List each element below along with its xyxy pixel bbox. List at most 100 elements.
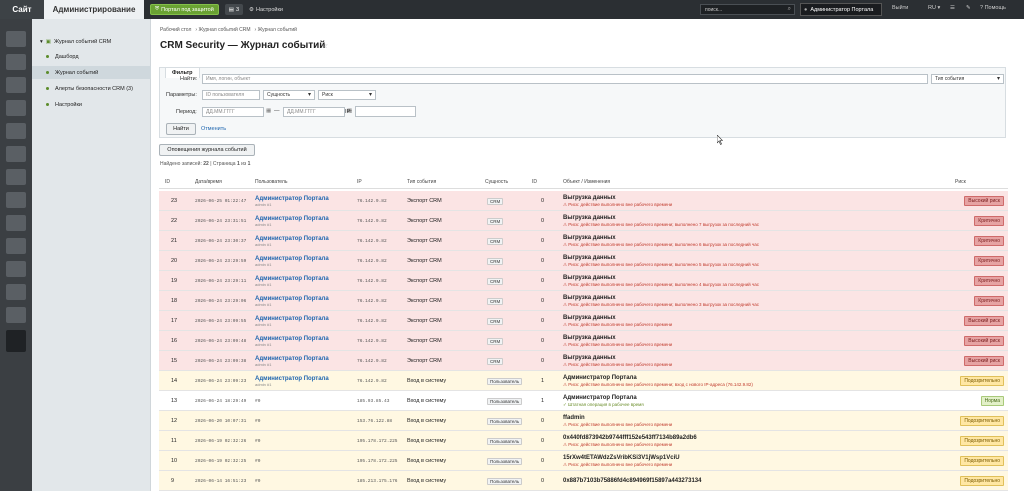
col-datetime[interactable]: Дата/время [195,175,222,189]
table-row[interactable]: 10 2026-06-19 02:32:25 #0 195.178.172.22… [159,451,1008,471]
date-from-picker-icon[interactable]: ▦ [266,108,271,114]
object-title[interactable]: Выгрузка данных [563,195,672,202]
portal-protected-button[interactable]: ⛨ Портал под защитой [150,4,219,15]
table-row[interactable]: 22 2026-06-24 23:31:51 Администратор Пор… [159,211,1008,231]
breadcrumb-item[interactable]: Журнал событий [258,27,297,33]
object-title[interactable]: Выгрузка данных [563,235,759,242]
risk-select[interactable]: Риск [318,90,376,100]
portal-protected-label: Портал под защитой [161,6,214,13]
sidebar-item-dashboard[interactable]: Дашборд [32,50,151,63]
object-title[interactable]: Администратор Портала [563,395,644,402]
object-title[interactable]: 0x440fd873942b9744fff152e543ff7134b89a2d… [563,435,697,442]
col-entity-id[interactable]: ID [532,175,537,189]
object-title[interactable]: 0x887b7103b75886fd4c894969f15897a4432731… [563,478,701,485]
event-type-select[interactable]: Тип события [931,74,1004,84]
table-row[interactable]: 13 2026-06-24 18:29:49 #0 185.93.85.43 В… [159,391,1008,411]
crm-icon[interactable] [6,238,26,254]
table-row[interactable]: 9 2026-06-14 16:51:23 #0 185.213.175.176… [159,471,1008,491]
table-row[interactable]: 17 2026-06-24 23:09:55 Администратор Пор… [159,311,1008,331]
store-icon[interactable] [6,77,26,93]
marketing-icon[interactable] [6,100,26,116]
sidebar-item-label: Дашборд [55,53,79,60]
object-title[interactable]: Выгрузка данных [563,215,759,222]
desktop-icon[interactable] [6,31,26,47]
object-title[interactable]: Выгрузка данных [563,295,759,302]
users-icon[interactable] [6,192,26,208]
object-title[interactable]: 15rXw4tETAWdzZsVribKSi3V1jWsp1VciU [563,455,680,462]
table-row[interactable]: 21 2026-06-24 23:30:37 Администратор Пор… [159,231,1008,251]
col-id[interactable]: ID [165,175,170,189]
object-title[interactable]: Выгрузка данных [563,275,759,282]
content-icon[interactable] [6,54,26,70]
entity-select[interactable]: Сущность [263,90,315,100]
object-title[interactable]: Администратор Портала [563,375,753,382]
pin-icon[interactable]: ✎ [966,5,971,11]
object-title[interactable]: Выгрузка данных [563,335,672,342]
col-entity[interactable]: Сущность [485,175,508,189]
object-title[interactable]: Выгрузка данных [563,255,759,262]
cell-user: Администратор Портала admin #1 [255,191,329,211]
services-icon[interactable] [6,146,26,162]
collapse-icon[interactable]: ▾ [40,39,43,45]
security-icon[interactable] [6,284,26,300]
table-row[interactable]: 16 2026-06-24 23:09:48 Администратор Пор… [159,331,1008,351]
reset-link[interactable]: Отменить [201,126,226,132]
language-select[interactable]: RU ▾ [928,5,940,11]
list-icon[interactable]: ☰ [950,5,955,11]
user-menu[interactable]: ● Администратор Портала [800,3,882,16]
favorite-star-icon[interactable]: ☆ [321,41,328,50]
object-title[interactable]: Выгрузка данных [563,355,672,362]
cell-entity-id: 0 [541,198,545,204]
user-id-input[interactable]: ID пользователя [202,90,260,100]
table-row[interactable]: 19 2026-06-24 23:29:11 Администратор Пор… [159,271,1008,291]
col-ip[interactable]: IP [357,175,362,189]
admin-tab[interactable]: Администрирование [44,0,144,19]
apps-icon[interactable] [6,307,26,323]
cell-id: 19 [171,278,178,284]
cell-ip: 76.142.9.82 [357,338,387,344]
sidebar-item-alerts[interactable]: Алерты безопасности CRM (3) [32,82,151,95]
date-from-input[interactable]: ДД.ММ.ГГГГ [202,107,264,117]
col-risk[interactable]: Риск [955,175,966,189]
cell-user: Администратор Портала admin #1 [255,211,329,231]
table-row[interactable]: 18 2026-06-24 23:29:06 Администратор Пор… [159,291,1008,311]
table-row[interactable]: 15 2026-06-24 23:09:38 Администратор Пор… [159,351,1008,371]
active-module-icon[interactable] [6,330,26,352]
bullet-icon [46,55,49,58]
table-row[interactable]: 11 2026-06-19 02:32:26 #0 195.178.172.22… [159,431,1008,451]
col-event-type[interactable]: Тип события [407,175,436,189]
notifications-counter[interactable]: ▤ 3 [224,4,244,15]
risk-badge: Подозрительно [960,416,1004,426]
mouse-cursor-icon [717,135,723,145]
ip-input[interactable] [355,106,416,117]
sidebar-item-event-log[interactable]: Журнал событий [32,66,151,79]
logout-link[interactable]: Выйти [892,5,908,11]
table-row[interactable]: 14 2026-06-24 23:09:23 Администратор Пор… [159,371,1008,391]
cell-id: 10 [171,458,178,464]
records-summary: Найдено записей: 22 | Страница 1 из 1 [160,161,250,167]
search-icon[interactable]: ⌕ [788,6,791,13]
notifications-button[interactable]: Оповещения журнала событий [159,144,255,156]
mobile-icon[interactable] [6,169,26,185]
tools-icon[interactable] [6,261,26,277]
settings-link[interactable]: ⚙ Настройки [249,7,283,13]
sidebar-item-settings[interactable]: Настройки [32,98,151,111]
table-row[interactable]: 20 2026-06-24 23:29:59 Администратор Пор… [159,251,1008,271]
table-row[interactable]: 23 2026-06-25 01:22:47 Администратор Пор… [159,191,1008,211]
object-title[interactable]: Выгрузка данных [563,315,672,322]
sidebar-root[interactable]: ▾ ▣ Журнал событий CRM [32,35,151,48]
object-title[interactable]: ffadmin [563,415,672,422]
table-row[interactable]: 12 2026-06-20 10:07:31 #0 153.76.122.88 … [159,411,1008,431]
breadcrumb-item[interactable]: Рабочий стол [160,27,191,33]
global-search-input[interactable]: поиск... ⌕ [700,4,795,15]
settings-nav-icon[interactable] [6,215,26,231]
breadcrumb-item[interactable]: Журнал событий CRM [198,27,250,33]
col-object[interactable]: Объект / Изменения [563,175,610,189]
col-user[interactable]: Пользователь [255,175,287,189]
help-link[interactable]: ? Помощь [980,5,1006,11]
analytics-icon[interactable] [6,123,26,139]
find-input[interactable]: Имя, логин, объект [202,74,928,84]
date-to-input[interactable]: ДД.ММ.ГГГГ [283,107,345,117]
site-tab[interactable]: Сайт [0,0,44,19]
find-button[interactable]: Найти [166,123,196,135]
